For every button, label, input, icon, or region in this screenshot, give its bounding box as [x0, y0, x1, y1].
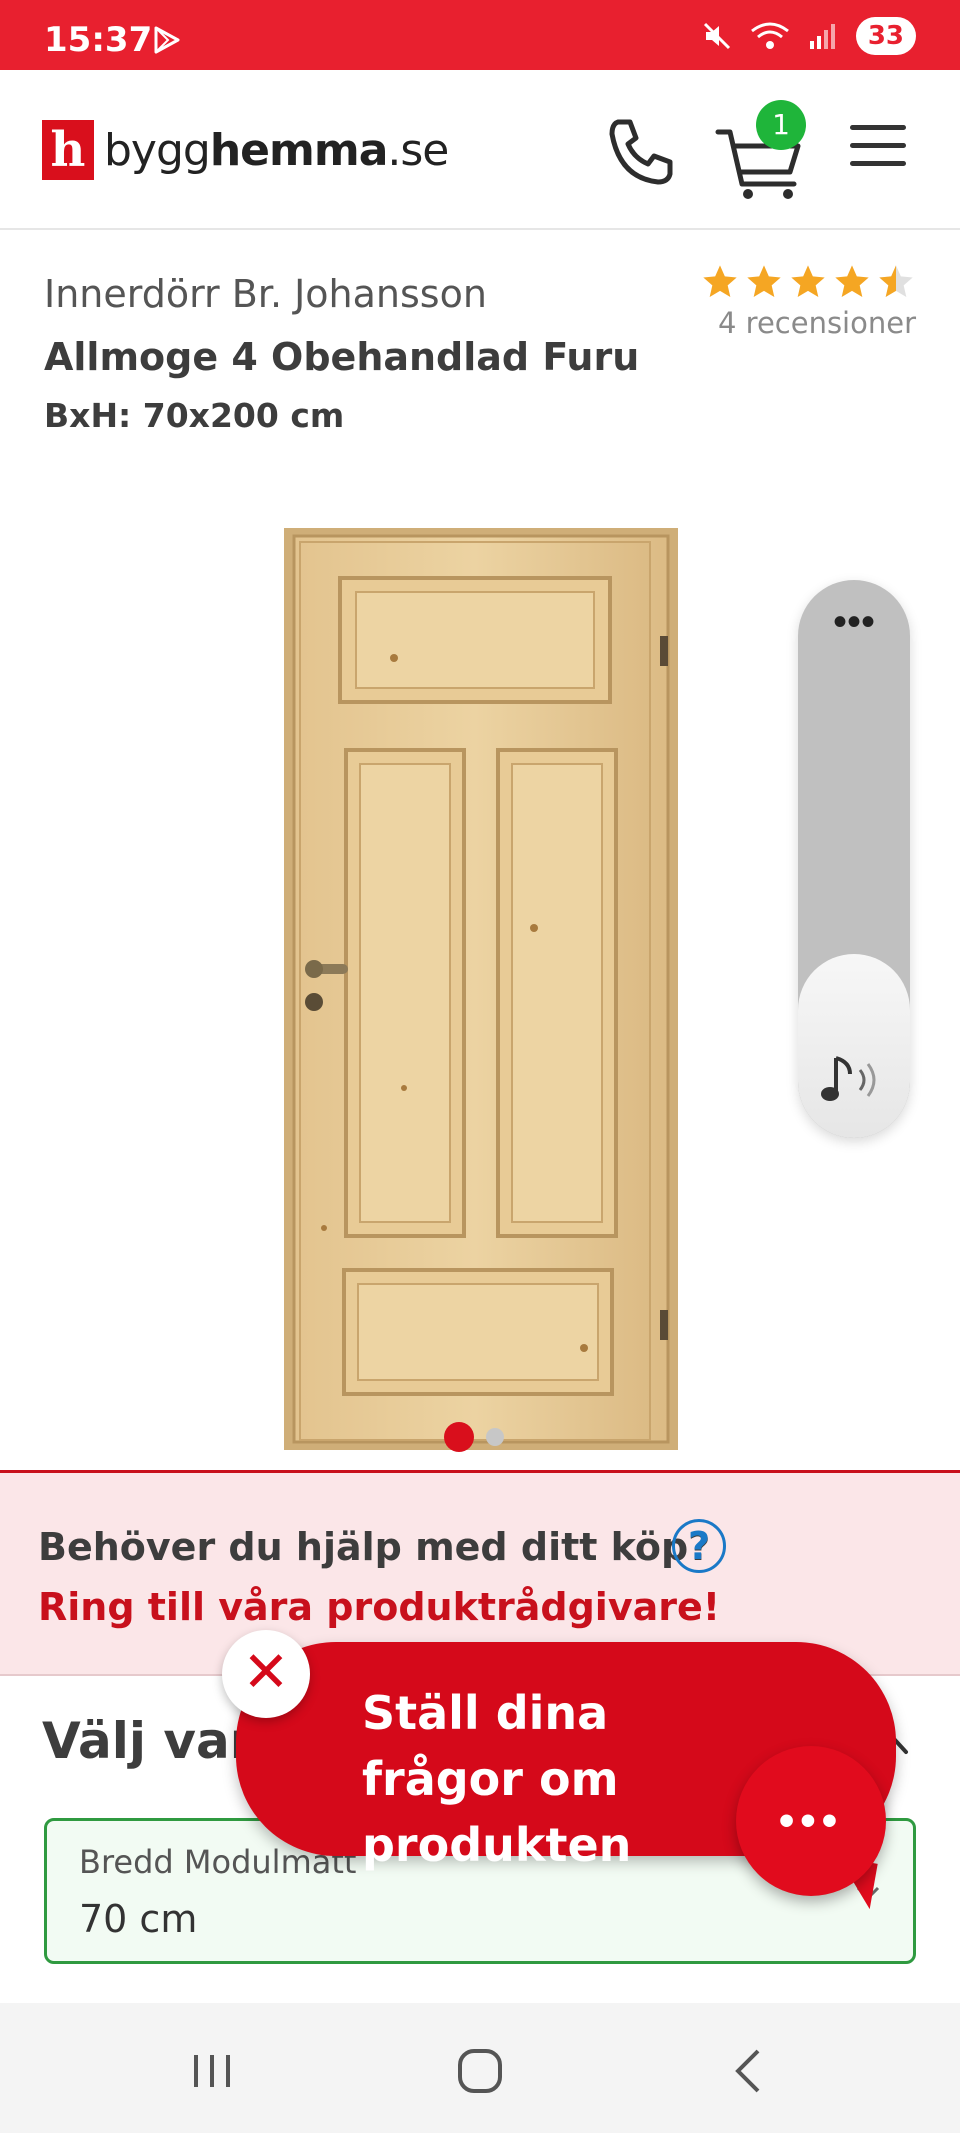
- product-brand-line: Innerdörr Br. Johansson: [44, 272, 487, 316]
- menu-icon-line: [850, 143, 906, 148]
- carousel-dot[interactable]: [486, 1428, 504, 1446]
- product-name: Allmoge 4 Obehandlad Furu: [44, 335, 640, 379]
- status-icons: 33: [702, 16, 916, 56]
- product-size: BxH: 70x200 cm: [44, 396, 345, 435]
- cart-button[interactable]: 1: [712, 100, 812, 200]
- half-star-icon: [879, 265, 913, 297]
- phone-icon[interactable]: [600, 112, 680, 192]
- star-icon: [791, 265, 825, 297]
- home-icon[interactable]: [450, 2041, 510, 2101]
- chat-open-button[interactable]: •••: [736, 1746, 886, 1896]
- help-call-link[interactable]: Ring till våra produktrådgivare!: [38, 1585, 720, 1629]
- volume-panel[interactable]: •••: [798, 580, 910, 1138]
- logo-text-bold: hemma: [209, 124, 389, 176]
- help-question: Behöver du hjälp med ditt köp?: [38, 1525, 711, 1569]
- back-icon[interactable]: [720, 2041, 780, 2101]
- logo-mark: h: [42, 120, 94, 180]
- signal-icon: [809, 24, 835, 49]
- recent-apps-icon[interactable]: [182, 2041, 242, 2101]
- menu-icon-line: [850, 161, 906, 166]
- page: 15:37 33 h bygghemma.se 1 Innerdörr Br. …: [0, 0, 960, 2133]
- logo-text-light: bygg: [104, 124, 211, 176]
- menu-button[interactable]: [850, 125, 910, 175]
- chat-close-button[interactable]: ✕: [222, 1630, 310, 1718]
- logo-text: bygghemma.se: [104, 124, 449, 176]
- music-note-icon: [821, 1056, 876, 1101]
- chat-prompt-text: Ställ dina frågor om produkten: [362, 1686, 632, 1872]
- product-image-door[interactable]: [284, 528, 678, 1450]
- star-icon: [703, 265, 737, 297]
- carousel-dot-active[interactable]: [444, 1422, 474, 1452]
- star-icon: [747, 265, 781, 297]
- wifi-icon: [750, 22, 789, 49]
- chat-dots-icon: •••: [778, 1796, 844, 1845]
- width-select-value: 70 cm: [79, 1897, 198, 1941]
- volume-more-icon[interactable]: •••: [798, 602, 910, 642]
- status-time: 15:37: [44, 20, 153, 60]
- rating-stars: [676, 262, 916, 302]
- play-store-icon: [154, 26, 180, 54]
- product-rating[interactable]: 4 recensioner: [676, 262, 916, 340]
- status-bar: 15:37 33: [0, 0, 960, 70]
- help-question-icon[interactable]: ?: [672, 1519, 726, 1573]
- image-carousel-dots: [444, 1422, 504, 1452]
- review-count[interactable]: 4 recensioner: [676, 306, 916, 340]
- site-logo[interactable]: h bygghemma.se: [42, 120, 449, 180]
- menu-icon-line: [850, 125, 906, 130]
- star-icon: [835, 265, 869, 297]
- mute-icon: [703, 22, 730, 50]
- battery-indicator: 33: [855, 17, 916, 55]
- logo-text-suffix: .se: [387, 124, 449, 176]
- system-nav-bar: [0, 2003, 960, 2133]
- cart-count-badge: 1: [756, 100, 806, 150]
- site-header: h bygghemma.se 1: [0, 70, 960, 230]
- volume-level-fill[interactable]: [798, 954, 910, 1138]
